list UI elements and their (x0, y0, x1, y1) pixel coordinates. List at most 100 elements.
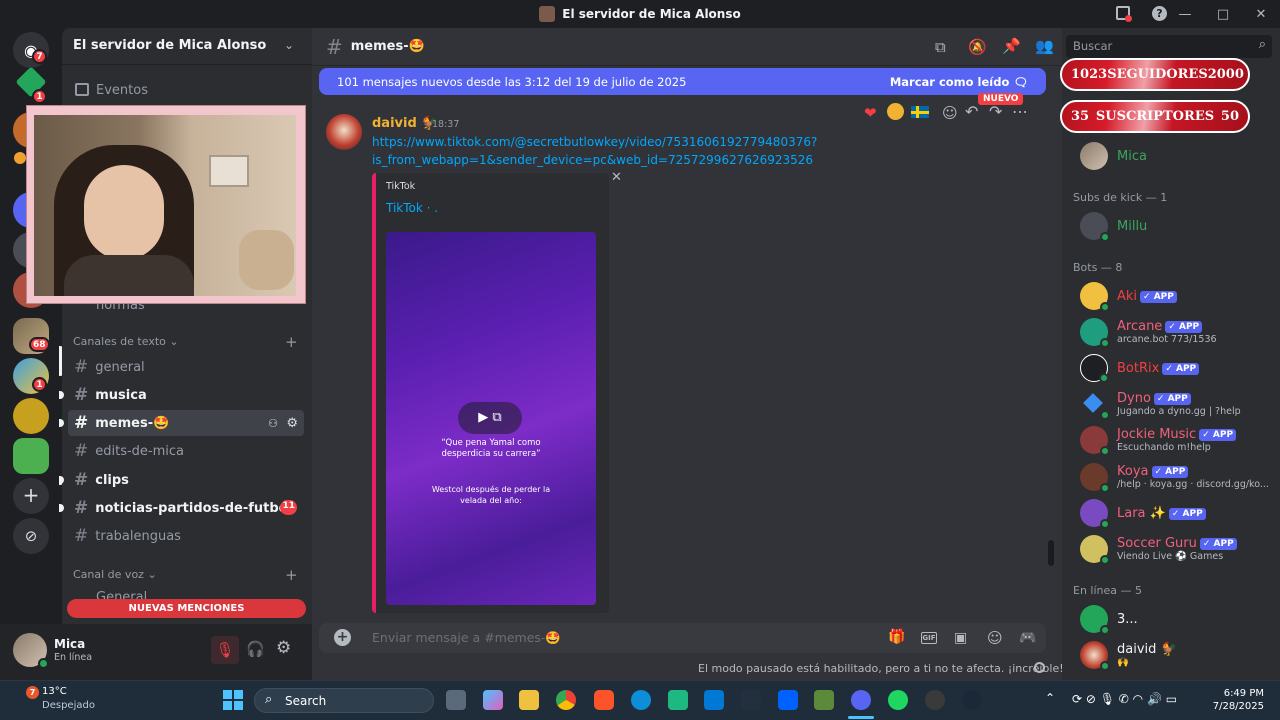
channel-general[interactable]: # general (68, 354, 304, 380)
server-name[interactable]: El servidor de Mica Alonso (73, 38, 266, 53)
forward-icon[interactable]: ↷ (989, 102, 1002, 121)
discover-icon[interactable]: ⊘ (13, 518, 49, 554)
spotify-icon[interactable] (888, 690, 908, 710)
search-input[interactable]: Buscar (1073, 39, 1112, 53)
steam-icon[interactable] (962, 690, 982, 710)
mark-read-label[interactable]: Marcar como leído (890, 75, 1010, 89)
add-channel-icon[interactable]: + (285, 333, 298, 351)
message-author[interactable]: daivid 🐓 (372, 116, 437, 131)
member-millu[interactable]: Millu (1080, 210, 1147, 242)
member-online[interactable]: 3... (1080, 603, 1138, 635)
search-box[interactable]: Buscar ⌕ (1066, 35, 1272, 58)
apps-icon[interactable]: 🎮 (1019, 630, 1036, 646)
embed-title[interactable]: TikTok · . (386, 201, 438, 215)
avatar[interactable] (13, 633, 49, 669)
add-voice-icon[interactable]: + (285, 566, 298, 584)
gift-icon[interactable]: 🎁 (888, 629, 905, 645)
text-category-label[interactable]: Canales de texto (73, 335, 166, 348)
link-line-2[interactable]: is_from_webapp=1&sender_device=pc&web_id… (372, 153, 813, 167)
heart-reaction-icon[interactable]: ❤ (864, 104, 877, 122)
member-bot[interactable]: Jockie Music ✓ APP Escuchando m!help (1080, 424, 1237, 456)
message-input[interactable]: Enviar mensaje a #memes-🤩 (372, 630, 561, 646)
member-bot[interactable]: Koya ✓ APP/help · koya.gg · discord.gg/ko… (1080, 461, 1269, 493)
emoji-icon[interactable]: ☺ (987, 629, 1003, 647)
reply-icon[interactable]: ↶ (965, 102, 978, 121)
task-view-icon[interactable] (446, 690, 466, 710)
channel-edits[interactable]: # edits-de-mica (68, 438, 304, 464)
edge-icon[interactable] (631, 690, 651, 710)
taskbar-search[interactable]: ⌕ Search (254, 688, 434, 713)
channel-trabalenguas[interactable]: # trabalenguas (68, 523, 304, 549)
notification-bell-icon[interactable]: 🔕 (968, 38, 987, 56)
app-icon[interactable] (668, 690, 688, 710)
channel-memes[interactable]: # memes-🤩 ⚇ ⚙ (68, 410, 304, 436)
chevron-down-icon[interactable]: ⌄ (284, 38, 294, 52)
member-bot[interactable]: Aki ✓ APP (1080, 280, 1177, 312)
channel-musica[interactable]: # musica (68, 382, 304, 408)
windows-start-icon[interactable] (223, 690, 243, 710)
sticker-icon[interactable]: ▣ (954, 630, 967, 646)
play-button-icon[interactable]: ▶ ⧉ (458, 402, 522, 434)
member-list-icon[interactable]: 👥 (1035, 37, 1054, 55)
maximize-button[interactable]: □ (1204, 7, 1242, 22)
gif-icon[interactable]: GIF (921, 632, 937, 644)
member-bot[interactable]: Lara ✨ ✓ APP (1080, 497, 1206, 529)
member-mica[interactable]: Mica (1080, 140, 1147, 172)
author-avatar[interactable] (326, 114, 362, 150)
copilot-icon[interactable] (483, 690, 503, 710)
add-server-icon[interactable]: + (13, 478, 49, 514)
star-eyes-reaction-icon[interactable] (887, 103, 904, 120)
weather-temp[interactable]: 13°C (42, 686, 67, 697)
user-name[interactable]: Mica (54, 637, 85, 651)
mute-mic-icon[interactable]: 🎙 (211, 636, 239, 664)
dropbox-icon[interactable] (778, 690, 798, 710)
more-options-icon[interactable]: ⋯ (1012, 102, 1028, 121)
member-bot[interactable]: Arcane ✓ APP arcane.bot 773/1536 (1080, 316, 1217, 348)
store-icon[interactable] (704, 690, 724, 710)
new-messages-bar[interactable]: 101 mensajes nuevos desde las 3:12 del 1… (319, 68, 1046, 95)
gear-icon[interactable]: ⚙ (286, 416, 298, 431)
channel-label: trabalenguas (95, 528, 181, 544)
sweden-flag-icon[interactable] (911, 106, 929, 118)
minimize-button[interactable]: — (1166, 7, 1204, 22)
amazon-icon[interactable] (741, 690, 761, 710)
server-icon-gold[interactable] (13, 398, 49, 434)
server-icon-news[interactable] (13, 438, 49, 474)
member-online[interactable]: daivid 🐓 🙌 (1080, 639, 1177, 671)
channel-noticias[interactable]: # noticias-partidos-de-futbol 11 (68, 495, 304, 521)
chrome-icon[interactable] (556, 690, 576, 710)
add-member-icon[interactable]: ⚇ (268, 417, 278, 430)
discord-taskbar-icon[interactable] (851, 690, 871, 710)
clock-time[interactable]: 6:49 PM (1222, 688, 1264, 699)
user-settings-gear-icon[interactable]: ⚙ (276, 638, 291, 658)
obs-icon[interactable] (925, 690, 945, 710)
brave-icon[interactable] (594, 690, 614, 710)
server-icon-small[interactable] (14, 152, 26, 164)
close-embed-icon[interactable]: ✕ (611, 170, 622, 185)
help-icon[interactable]: ? (1152, 6, 1167, 21)
threads-icon[interactable]: ⧉ (935, 38, 946, 56)
video-thumbnail[interactable]: ▶ ⧉ “Que pena Yamal como desperdicia su … (386, 232, 596, 605)
events-label[interactable]: Eventos (96, 83, 148, 98)
tray-icons[interactable]: ⟳ ⊘ 🎙 ✆ ◠ 🔊 ▭ (1072, 692, 1177, 706)
minecraft-icon[interactable] (814, 690, 834, 710)
add-reaction-icon[interactable]: ☺ (942, 104, 958, 122)
member-bot[interactable]: BotRix ✓ APP (1080, 352, 1200, 384)
file-explorer-icon[interactable] (519, 690, 539, 710)
message-link[interactable]: https://www.tiktok.com/@secretbutlowkey/… (372, 133, 817, 169)
new-mentions-banner[interactable]: NUEVAS MENCIONES (67, 599, 306, 618)
tray-chevron-icon[interactable]: ⌃ (1045, 691, 1055, 705)
member-bot[interactable]: Dyno ✓ APP Jugando a dyno.gg | ?help (1080, 388, 1241, 420)
scrollbar-thumb[interactable] (1048, 540, 1054, 566)
voice-category-label[interactable]: Canal de voz (73, 568, 144, 581)
channel-clips[interactable]: # clips (68, 467, 304, 493)
headphones-icon[interactable]: 🎧 (246, 640, 265, 658)
attach-plus-icon[interactable]: + (334, 629, 351, 646)
link-line-1[interactable]: https://www.tiktok.com/@secretbutlowkey/… (372, 135, 817, 149)
pin-icon[interactable]: 📌 (1002, 37, 1021, 55)
inbox-icon[interactable] (1116, 6, 1132, 22)
hash-icon: # (74, 526, 89, 546)
member-bot[interactable]: Soccer Guru ✓ APP Viendo Live ⚽ Games (1080, 533, 1237, 565)
clock-date[interactable]: 7/28/2025 (1212, 701, 1264, 712)
close-window-button[interactable]: ✕ (1242, 7, 1280, 22)
